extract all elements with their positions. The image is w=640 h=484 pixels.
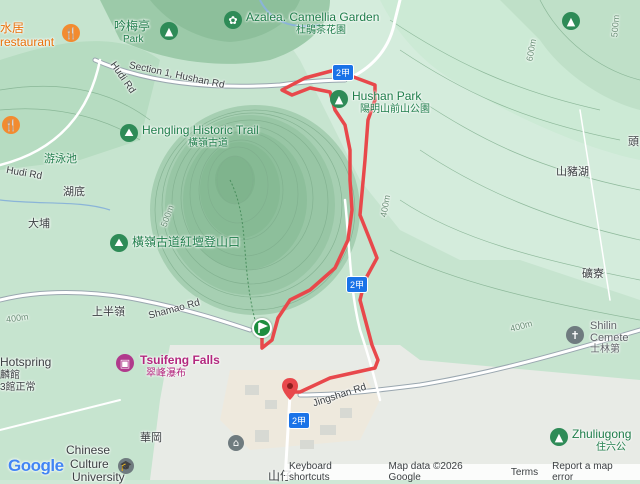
shilin-cemetery-label[interactable]: Shilin [590,320,617,332]
logo-text: Google [8,456,64,475]
zhuliugong-label[interactable]: Zhuliugong [572,428,631,440]
school-icon[interactable]: 🎓 [118,458,134,474]
hushan-park-sub: 陽明山前山公園 [360,104,430,115]
dapu-label: 大埔 [28,218,50,230]
attribution-bar: Keyboard shortcuts Map data ©2026 Google… [285,461,640,483]
tsuifeng-falls-label[interactable]: Tsuifeng Falls [140,354,220,366]
elevation-label-6: 500m [609,14,622,38]
azalea-garden-label[interactable]: Azalea. Camellia Garden [246,11,379,23]
restaurant-icon[interactable]: 🍴 [62,24,80,42]
tou-label: 頭 [628,136,639,148]
hudi-label: 湖底 [63,186,85,198]
hengling-trail-label[interactable]: Hengling Historic Trail [142,124,259,136]
park-icon[interactable]: ▲ [330,90,348,108]
zhuliugong-icon[interactable]: ▲ [550,428,568,446]
route-start-marker[interactable] [252,318,272,338]
pin-icon [282,378,298,400]
pool-label: 游泳池 [44,153,77,165]
azalea-garden-icon[interactable]: ✿ [224,11,242,29]
trailhead-icon[interactable]: ⛰ [110,234,128,252]
terms-link[interactable]: Terms [511,467,538,478]
building-icon[interactable]: ⌂ [228,435,244,451]
yinmei-pavilion-label[interactable]: 吟梅亭 [114,20,150,32]
zhuliugong-sub: 住六公 [596,442,626,453]
route-shield-1: 2甲 [332,64,355,81]
hotspring-sub2: 3館正常 [0,382,36,393]
tsuifeng-falls-sub: 翠峰瀑布 [146,368,186,379]
tree-icon[interactable]: ▲ [160,22,178,40]
shanzhuhu-label: 山豬湖 [556,166,589,178]
yinmei-pavilion-sub: Park [123,34,144,45]
hotspring-sub: 麟館 [0,370,20,381]
hengling-entrance-label[interactable]: 橫嶺古道紅壇登山口 [132,236,240,248]
mountain-icon[interactable]: ▲ [562,12,580,30]
restaurant-label[interactable]: restaurant [0,36,54,48]
flag-icon [258,322,269,333]
cemetery-icon[interactable]: ✝ [566,326,584,344]
restaurant-icon-2[interactable]: 🍴 [2,116,20,134]
shilin-cemetery-sub2: 士林第 [590,344,620,355]
route-shield-2: 2甲 [346,276,369,293]
waterfall-icon[interactable]: ▣ [116,354,134,372]
huagang-label: 華岡 [140,432,162,444]
azalea-garden-sub: 杜鵑茶花園 [296,25,346,36]
google-logo: Google [8,456,64,476]
route-shield-3: 2甲 [288,412,311,429]
university-label: University [72,470,125,484]
kuangliao-label: 礦寮 [582,268,604,280]
shangbanling-label: 上半嶺 [92,306,125,318]
route-end-pin[interactable] [282,378,298,400]
hotspring-label: Hotspring [0,355,52,369]
hushan-park-label[interactable]: Hushan Park [352,90,421,102]
hengling-trail-sub: 橫嶺古道 [188,138,228,149]
trail-icon[interactable]: ⛰ [120,124,138,142]
culture-label: Culture [70,457,109,471]
chinese-label: Chinese [66,443,111,457]
restaurant-sub: 水居 [0,21,25,35]
shilin-cemetery-sub: Cemete [590,332,629,344]
